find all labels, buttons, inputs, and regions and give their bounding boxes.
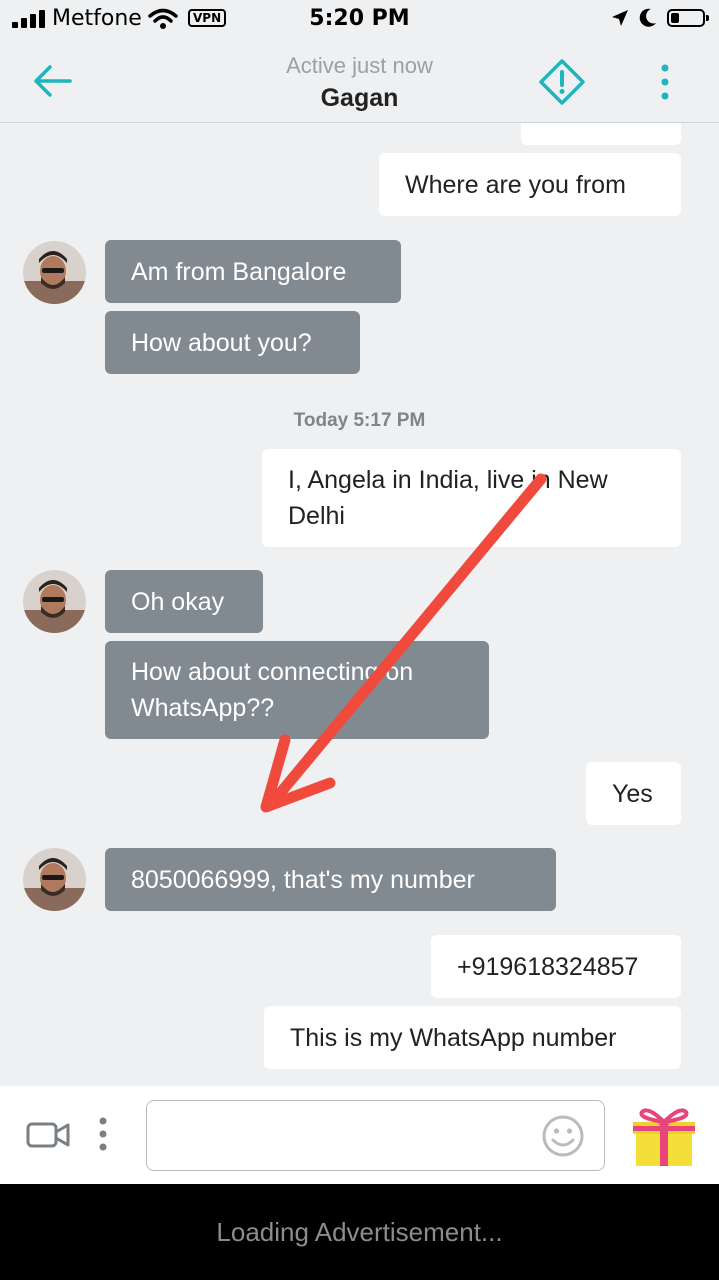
message-text: How about connecting on WhatsApp??	[131, 658, 414, 722]
message-text: Oh okay	[131, 587, 225, 616]
message-text: How about you?	[131, 328, 312, 357]
status-bar: Metfone VPN 5:20 PM	[0, 0, 719, 40]
status-right-group	[611, 8, 709, 28]
contact-name[interactable]: Gagan	[0, 84, 719, 113]
message-list[interactable]: Where are you from Am from Bangalore How…	[0, 123, 719, 1086]
message-bubble-outgoing[interactable]: Where are you from	[379, 153, 681, 216]
composer-bar	[0, 1086, 719, 1184]
message-text: Where are you from	[405, 170, 626, 199]
avatar-photo	[23, 570, 86, 633]
avatar-photo	[23, 241, 86, 304]
more-options-icon[interactable]	[652, 62, 678, 102]
date-separator: Today 5:17 PM	[293, 410, 426, 431]
message-text: I, Angela in India, live in New Delhi	[288, 466, 608, 530]
message-bubble-incoming[interactable]: 8050066999, that's my number	[105, 848, 556, 911]
contact-avatar[interactable]	[23, 570, 86, 633]
avatar-photo	[23, 848, 86, 911]
message-bubble-outgoing[interactable]: Yes	[586, 762, 681, 825]
message-text: This is my WhatsApp number	[290, 1023, 617, 1052]
message-bubble-incoming[interactable]: Oh okay	[105, 570, 263, 633]
contact-avatar[interactable]	[23, 241, 86, 304]
message-text: Am from Bangalore	[131, 257, 347, 286]
message-bubble-outgoing[interactable]: I, Angela in India, live in New Delhi	[262, 449, 681, 547]
active-status: Active just now	[286, 53, 433, 78]
contact-avatar[interactable]	[23, 848, 86, 911]
message-text: 8050066999, that's my number	[131, 865, 475, 894]
emoji-icon[interactable]	[541, 1114, 585, 1158]
battery-icon	[667, 9, 709, 27]
video-camera-icon[interactable]	[26, 1120, 70, 1150]
message-bubble-outgoing[interactable]: This is my WhatsApp number	[264, 1006, 681, 1069]
message-bubble-incoming[interactable]: Am from Bangalore	[105, 240, 401, 303]
advertisement-banner: Loading Advertisement...	[0, 1184, 719, 1280]
message-bubble-incoming[interactable]: How about connecting on WhatsApp??	[105, 641, 489, 739]
message-text: +919618324857	[457, 952, 639, 981]
location-icon	[612, 10, 628, 26]
message-bubble-outgoing[interactable]: +919618324857	[431, 935, 681, 998]
message-text: Yes	[612, 779, 653, 808]
moon-icon	[639, 8, 656, 27]
message-bubble-outgoing[interactable]	[521, 123, 681, 145]
attachment-options-icon[interactable]	[96, 1116, 110, 1152]
chat-header: Active just now Gagan	[0, 40, 719, 123]
report-icon[interactable]	[538, 58, 586, 106]
gift-icon[interactable]	[630, 1104, 698, 1168]
message-bubble-incoming[interactable]: How about you?	[105, 311, 360, 374]
message-input[interactable]	[146, 1100, 605, 1171]
